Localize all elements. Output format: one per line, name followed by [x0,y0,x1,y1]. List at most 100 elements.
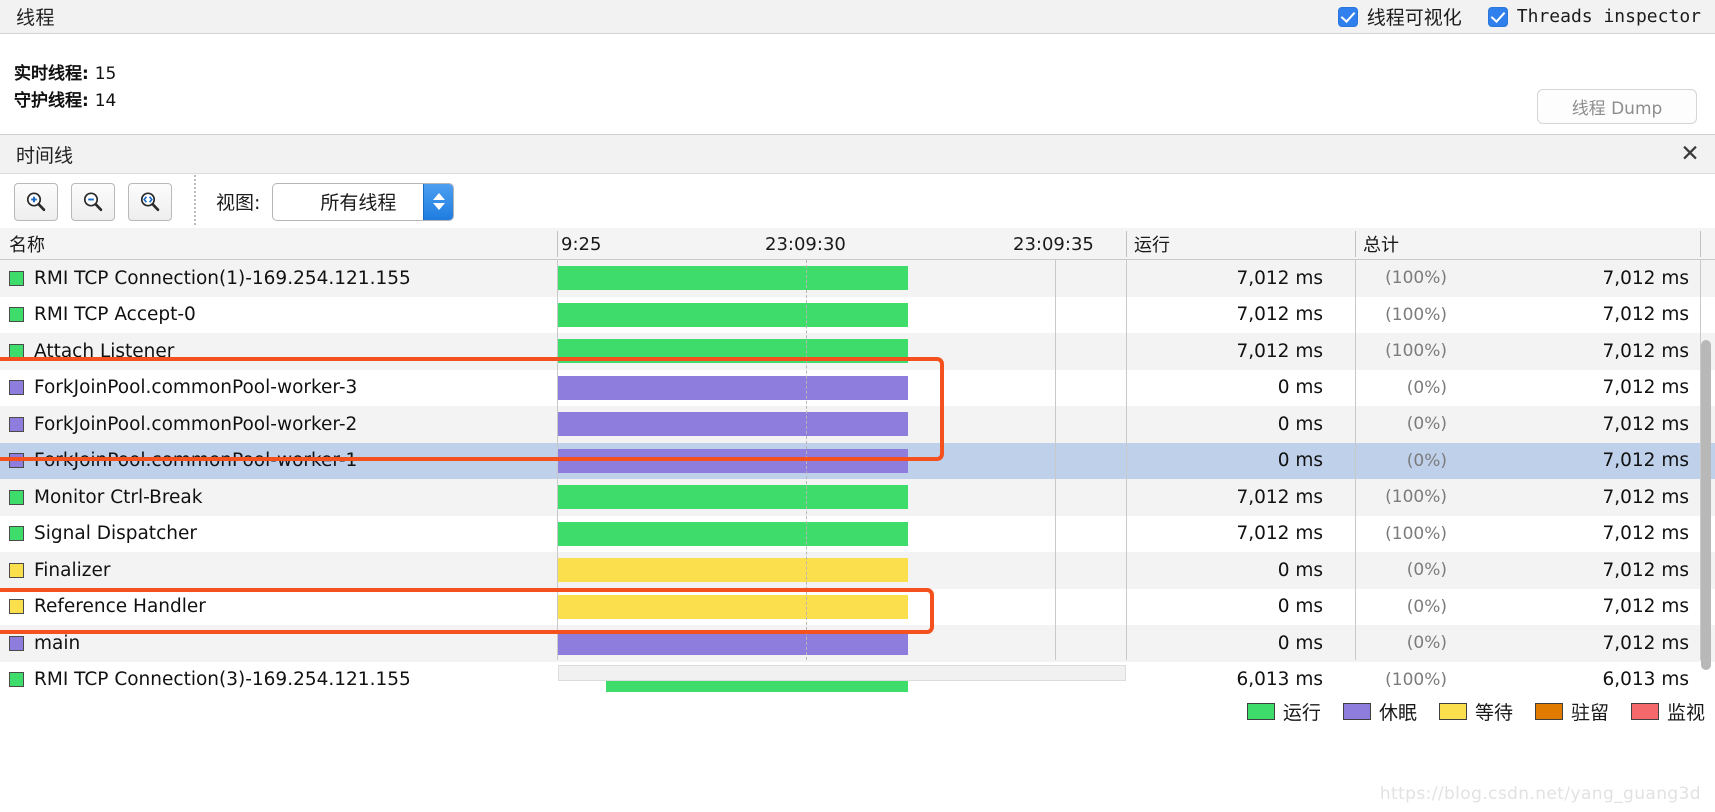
legend-swatch-icon [1342,703,1371,720]
legend-label: 等待 [1474,702,1513,724]
total-time-cell: 7,012 ms [1602,486,1689,508]
thread-table-body[interactable]: RMI TCP Connection(1)-169.254.121.155 7,0… [0,260,1715,698]
stepper-arrows-icon[interactable] [423,183,454,220]
table-row[interactable]: ForkJoinPool.commonPool-worker-3 0 ms (0%)… [0,369,1715,406]
threads-panel: 线程 线程可视化 Threads inspector 实时线程: 15 守护线程… [0,0,1715,812]
chevron-down-icon [432,203,445,210]
header-divider [557,231,558,257]
table-row[interactable]: Reference Handler 0 ms (0%) 7,012 ms [0,588,1715,625]
table-row[interactable]: Signal Dispatcher 7,012 ms (100%) 7,012 ms [0,515,1715,553]
running-percent-cell: (0%) [1406,414,1447,435]
legend-label: 驻留 [1570,702,1609,724]
watermark-text: https://blog.csdn.net/yang_guang3d [1379,784,1701,804]
timeline-bar [558,339,908,363]
timeline-left-border [557,260,558,660]
zoom-out-icon[interactable] [71,182,115,221]
table-vertical-scrollbar[interactable] [1699,340,1713,670]
table-row[interactable]: main 0 ms (0%) 7,012 ms [0,625,1715,662]
thread-name-cell: main [0,625,80,662]
total-column-border [1355,260,1356,660]
legend-label: 运行 [1282,702,1321,724]
running-percent-cell: (100%) [1385,268,1447,289]
checkbox-thread-visualization[interactable]: 线程可视化 [1337,3,1462,30]
column-header-name[interactable]: 名称 [9,228,45,260]
table-row[interactable]: Finalizer 0 ms (0%) 7,012 ms [0,552,1715,589]
header-divider [1126,231,1127,257]
total-time-cell: 7,012 ms [1602,559,1689,581]
thread-name-label: RMI TCP Connection(1)-169.254.121.155 [34,267,411,289]
header-divider [1355,231,1356,257]
table-row[interactable]: Monitor Ctrl-Break 7,012 ms (100%) 7,012 ms [0,479,1715,516]
running-time-cell: 6,013 ms [1236,669,1323,691]
thread-state-swatch-icon [9,672,24,688]
total-time-cell: 7,012 ms [1602,340,1689,362]
thread-name-label: Reference Handler [34,596,206,618]
thread-name-cell: RMI TCP Connection(1)-169.254.121.155 [0,260,411,297]
scrollbar-thumb[interactable] [1701,340,1711,670]
checkbox-threads-inspector[interactable]: Threads inspector [1487,6,1701,27]
total-time-cell: 7,012 ms [1602,304,1689,326]
total-time-cell: 7,012 ms [1602,632,1689,654]
thread-name-label: ForkJoinPool.commonPool-worker-1 [34,450,358,472]
thread-name-cell: Signal Dispatcher [0,516,197,553]
timeline-bar [558,302,908,327]
running-percent-cell: (100%) [1385,341,1447,362]
total-time-cell: 6,013 ms [1602,669,1689,691]
thread-state-swatch-icon [9,380,24,396]
running-percent-cell: (100%) [1385,487,1447,508]
table-row[interactable]: Attach Listener 7,012 ms (100%) 7,012 ms [0,333,1715,370]
axis-tick-1: 23:09:30 [765,233,846,255]
timeline-bar [558,412,908,436]
top-bar-options: 线程可视化 Threads inspector [1337,3,1701,30]
zoom-fit-icon[interactable] [128,182,172,221]
table-row[interactable]: RMI TCP Connection(1)-169.254.121.155 7,0… [0,260,1715,297]
legend-item: 休眠 [1342,698,1417,725]
timeline-horizontal-scrollbar[interactable] [558,665,1126,681]
footer-strip [0,806,1715,812]
timeline-title: 时间线 [16,144,74,167]
running-time-cell: 7,012 ms [1236,523,1323,545]
page-title: 线程 [16,7,56,29]
table-row[interactable]: RMI TCP Accept-0 7,012 ms (100%) 7,012 ms [0,296,1715,333]
close-icon[interactable]: ✕ [1679,142,1701,166]
thread-name-label: Monitor Ctrl-Break [34,486,203,508]
total-time-cell: 7,012 ms [1602,377,1689,399]
thread-dump-button[interactable]: 线程 Dump [1537,89,1697,124]
total-time-cell: 7,012 ms [1602,523,1689,545]
live-threads-label: 实时线程: [14,64,89,84]
column-header-running[interactable]: 运行 [1134,228,1170,260]
toolbar-divider [194,175,196,225]
table-row[interactable]: ForkJoinPool.commonPool-worker-1 0 ms (0%)… [0,442,1715,479]
thread-name-cell: Finalizer [0,552,110,589]
thread-name-label: ForkJoinPool.commonPool-worker-3 [34,377,358,399]
thread-name-label: ForkJoinPool.commonPool-worker-2 [34,413,358,435]
thread-name-label: main [34,632,81,654]
checkbox-checked-icon[interactable] [1487,6,1508,27]
thread-state-swatch-icon [9,526,24,542]
table-header: 名称 9:25 23:09:30 23:09:35 运行 总计 [0,228,1715,260]
total-time-cell: 7,012 ms [1602,450,1689,472]
checkbox-checked-icon[interactable] [1337,6,1358,27]
thread-state-swatch-icon [9,416,24,432]
timeline-header: 时间线 ✕ [0,134,1715,174]
table-row[interactable]: ForkJoinPool.commonPool-worker-2 0 ms (0%)… [0,406,1715,443]
checkbox-thread-visualization-label: 线程可视化 [1366,7,1462,29]
column-header-total[interactable]: 总计 [1363,228,1399,260]
running-time-cell: 7,012 ms [1236,340,1323,362]
live-threads-row: 实时线程: 15 [14,59,116,84]
thread-state-swatch-icon [9,635,24,651]
axis-tick-2: 23:09:35 [1013,233,1094,255]
running-percent-cell: (0%) [1406,633,1447,654]
view-select[interactable]: 所有线程 [272,182,455,221]
timeline-bar [558,448,908,473]
daemon-threads-label: 守护线程: [14,91,89,111]
thread-name-label: Signal Dispatcher [34,523,197,545]
running-percent-cell: (0%) [1406,560,1447,581]
thread-state-swatch-icon [9,599,24,615]
legend-item: 运行 [1246,698,1321,725]
zoom-in-icon[interactable] [14,182,58,221]
checkbox-threads-inspector-label: Threads inspector [1516,6,1701,27]
legend-swatch-icon [1534,703,1563,720]
timeline-bar [558,594,908,619]
thread-name-label: RMI TCP Connection(3)-169.254.121.155 [34,669,411,691]
